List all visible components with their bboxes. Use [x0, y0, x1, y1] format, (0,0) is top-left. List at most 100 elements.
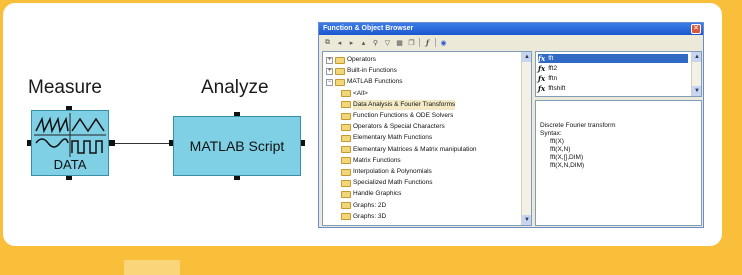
- tree-item-label: Elementary Matrices & Matrix manipulatio…: [353, 145, 477, 153]
- function-item-label: fft: [548, 55, 554, 62]
- toolbar-separator: [435, 38, 436, 47]
- scroll-down-button[interactable]: ▼: [522, 215, 531, 225]
- tree-item-label: Graphs: 2D: [353, 201, 387, 209]
- folder-icon: [335, 78, 345, 86]
- folder-icon: [341, 157, 351, 165]
- data-block[interactable]: DATA: [31, 110, 109, 176]
- function-item-label: fftn: [548, 75, 558, 82]
- folder-icon: [335, 56, 345, 64]
- data-block-bottom-pin: [66, 176, 72, 180]
- tree-item-label: Specialized Math Functions: [353, 179, 433, 187]
- waveform-icon: [34, 113, 106, 157]
- function-item[interactable]: ƒx fft2: [538, 64, 688, 73]
- folder-icon: [341, 101, 351, 109]
- close-button[interactable]: ✕: [691, 24, 701, 34]
- scroll-up-button[interactable]: ▲: [692, 52, 701, 62]
- connection-wire: [115, 143, 175, 144]
- forward-icon[interactable]: ▸: [347, 38, 356, 47]
- back-icon[interactable]: ◂: [335, 38, 344, 47]
- folder-icon: [341, 202, 351, 210]
- function-icon[interactable]: ƒ: [423, 38, 432, 47]
- tree-item[interactable]: Interpolation & Polynomials: [341, 167, 432, 177]
- browser-toolbar: ⧉ ◂ ▸ ▴ ⚲ ▽ ▦ ❐ ƒ ◉: [319, 36, 703, 49]
- copy-icon[interactable]: ❐: [407, 38, 416, 47]
- syntax-line: fft(X,[],DIM): [550, 154, 584, 161]
- tree-item-label: Operators: [347, 56, 376, 63]
- function-icon: ƒx: [538, 74, 546, 83]
- data-block-label: DATA: [53, 157, 87, 172]
- function-item[interactable]: ƒx fftn: [538, 74, 688, 83]
- matlab-block-bottom-pin: [234, 176, 240, 180]
- tree-item[interactable]: Graphs: 2D: [341, 201, 386, 211]
- tree-item-label: Interpolation & Polynomials: [353, 168, 432, 175]
- filter-icon[interactable]: ▽: [383, 38, 392, 47]
- tree-item[interactable]: Elementary Matrices & Matrix manipulatio…: [341, 145, 477, 155]
- syntax-line: fft(X): [550, 138, 564, 145]
- tree-item-label: Data Analysis & Fourier Transforms: [353, 99, 456, 110]
- tree-item[interactable]: Handle Graphics: [341, 189, 401, 199]
- folder-icon: [341, 123, 351, 131]
- syntax-line: fft(X,N,DIM): [550, 162, 585, 169]
- category-tree: + Operators + Built-in Functions − MATLAB Fun…: [322, 51, 532, 226]
- grid-icon[interactable]: ▦: [395, 38, 404, 47]
- hierarchy-icon[interactable]: ⧉: [323, 38, 332, 47]
- folder-icon: [341, 90, 351, 98]
- window-title: Function & Object Browser: [319, 23, 703, 35]
- folder-icon: [341, 213, 351, 221]
- function-item[interactable]: ƒx fft: [538, 54, 688, 63]
- tree-item-label: Elementary Math Functions: [353, 134, 433, 142]
- matlab-block-top-pin: [234, 112, 240, 116]
- help-pane: Discrete Fourier transform Syntax: fft(X…: [535, 100, 702, 226]
- tree-item-label: MATLAB Functions: [347, 78, 403, 86]
- tree-item[interactable]: <All>: [341, 89, 368, 99]
- function-item[interactable]: ƒx fftshift: [538, 84, 688, 93]
- tree-item-label: Built-in Functions: [347, 67, 397, 75]
- tree-item[interactable]: Function Functions & ODE Solvers: [341, 111, 453, 121]
- function-icon: ƒx: [538, 64, 546, 73]
- tree-item[interactable]: Matrix Functions: [341, 156, 401, 166]
- help-icon[interactable]: ◉: [439, 38, 448, 47]
- tree-item[interactable]: Specialized Math Functions: [341, 178, 433, 188]
- data-block-left-pin: [27, 140, 31, 146]
- tree-item[interactable]: Elementary Math Functions: [341, 133, 432, 143]
- folder-icon: [341, 190, 351, 198]
- tree-item[interactable]: Operators & Special Characters: [341, 122, 445, 132]
- tree-item[interactable]: − MATLAB Functions: [326, 77, 403, 87]
- pin-icon[interactable]: ⚲: [371, 38, 380, 47]
- tree-item-label: Function Functions & ODE Solvers: [353, 112, 454, 119]
- tree-item[interactable]: Graphs: 3D: [341, 212, 386, 222]
- syntax-line: fft(X,N): [550, 146, 571, 153]
- expand-icon[interactable]: +: [326, 56, 333, 64]
- tree-item[interactable]: + Operators: [326, 55, 376, 65]
- folder-icon: [335, 67, 345, 75]
- connection-wire-bend: [115, 143, 116, 144]
- measure-label: Measure: [28, 77, 102, 98]
- data-block-top-pin: [66, 106, 72, 110]
- folder-icon: [341, 134, 351, 142]
- collapse-icon[interactable]: −: [326, 78, 333, 86]
- analyze-label: Analyze: [201, 77, 269, 98]
- tree-item[interactable]: Data Analysis & Fourier Transforms: [341, 99, 456, 110]
- tree-item-label: <All>: [353, 89, 368, 97]
- expand-icon[interactable]: +: [326, 67, 333, 75]
- function-icon: ƒx: [538, 54, 546, 63]
- toolbar-separator: [419, 38, 420, 47]
- matlab-block-right-pin: [301, 140, 305, 146]
- matlab-script-block[interactable]: MATLAB Script: [173, 116, 301, 176]
- tree-item-label: Matrix Functions: [353, 156, 401, 164]
- folder-icon: [341, 146, 351, 154]
- up-icon[interactable]: ▴: [359, 38, 368, 47]
- function-list: ƒx fft ƒx fft2 ƒx fftn ƒx fftshift ▲ ▼: [535, 51, 702, 97]
- folder-icon: [341, 179, 351, 187]
- function-list-scrollbar[interactable]: ▲ ▼: [691, 52, 701, 96]
- data-block-right-pin: [109, 140, 115, 146]
- tree-item[interactable]: + Built-in Functions: [326, 66, 397, 76]
- tree-scrollbar[interactable]: ▲ ▼: [521, 52, 531, 225]
- help-description: Discrete Fourier transform: [540, 122, 616, 129]
- folder-icon: [341, 112, 351, 120]
- scroll-up-button[interactable]: ▲: [522, 52, 531, 62]
- function-icon: ƒx: [538, 84, 546, 93]
- scroll-down-button[interactable]: ▼: [692, 86, 701, 96]
- matlab-block-label: MATLAB Script: [189, 138, 285, 154]
- tree-item-label: Handle Graphics: [353, 190, 402, 198]
